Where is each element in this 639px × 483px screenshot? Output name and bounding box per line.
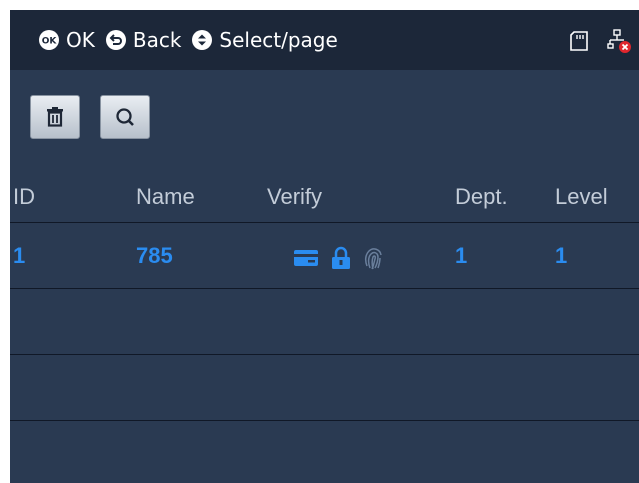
fingerprint-icon bbox=[363, 245, 385, 271]
search-button[interactable] bbox=[100, 95, 150, 139]
table-header: ID Name Verify Dept. Level bbox=[10, 167, 639, 222]
delete-button[interactable] bbox=[30, 95, 80, 139]
card-icon bbox=[293, 248, 319, 268]
empty-table-row[interactable] bbox=[10, 354, 639, 421]
svg-text:OK: OK bbox=[42, 37, 58, 47]
select-page-hint-label: Select/page bbox=[219, 28, 338, 52]
search-icon bbox=[116, 108, 134, 126]
column-header-level: Level bbox=[555, 184, 608, 209]
back-key-icon bbox=[105, 29, 127, 51]
cell-name: 785 bbox=[136, 243, 173, 268]
cell-level: 1 bbox=[555, 243, 568, 268]
back-hint-label: Back bbox=[132, 28, 182, 52]
column-header-id: ID bbox=[13, 184, 35, 209]
sd-card-icon bbox=[567, 28, 593, 54]
select-page-hint: Select/page bbox=[191, 28, 338, 52]
empty-table-row[interactable] bbox=[10, 288, 639, 355]
toolbar bbox=[30, 95, 170, 139]
ok-hint-label: OK bbox=[66, 28, 95, 52]
lock-icon bbox=[329, 246, 353, 270]
table-row[interactable]: 1 785 1 1 bbox=[10, 222, 639, 289]
column-header-verify: Verify bbox=[267, 184, 323, 209]
empty-table-row[interactable] bbox=[10, 420, 639, 483]
cell-id: 1 bbox=[13, 243, 26, 268]
device-screen: OK OK Back Select/page ID Name Verify De… bbox=[10, 10, 639, 483]
cell-verify bbox=[293, 245, 395, 271]
column-header-name: Name bbox=[136, 184, 195, 209]
updown-key-icon bbox=[191, 29, 213, 51]
back-hint: Back bbox=[105, 28, 182, 52]
ok-hint: OK OK bbox=[38, 28, 95, 52]
network-disconnected-icon bbox=[607, 28, 633, 54]
trash-icon bbox=[47, 107, 63, 127]
column-header-dept: Dept. bbox=[455, 184, 508, 209]
top-bar: OK OK Back Select/page bbox=[10, 10, 639, 70]
ok-key-icon: OK bbox=[38, 29, 60, 51]
status-icons bbox=[553, 28, 633, 54]
cell-dept: 1 bbox=[455, 243, 468, 268]
